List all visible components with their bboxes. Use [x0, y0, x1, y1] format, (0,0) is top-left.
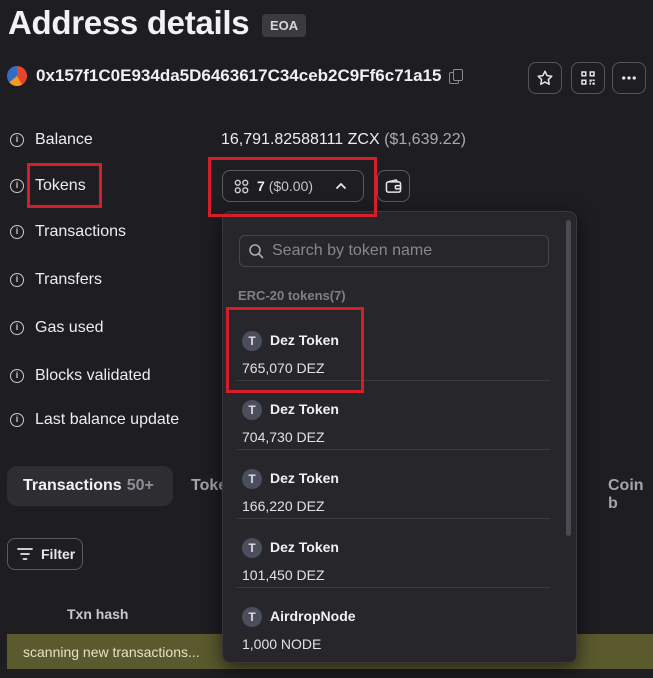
token-name: Dez Token — [270, 470, 339, 486]
info-icon[interactable]: i — [10, 321, 24, 335]
token-name: AirdropNode — [270, 608, 356, 624]
eoa-badge: EOA — [262, 14, 307, 37]
token-list-item[interactable]: T Dez Token 101,450 DEZ — [237, 519, 550, 588]
balance-value: 16,791.82588111 ZCX ($1,639.22) — [221, 131, 466, 149]
info-icon[interactable]: i — [10, 369, 24, 383]
last-balance-update-label: Last balance update — [35, 411, 180, 428]
token-list-item[interactable]: T AirdropNode 1,000 NODE — [237, 588, 550, 657]
txn-hash-header: Txn hash — [67, 606, 129, 622]
token-logo: T — [242, 400, 262, 420]
dropdown-scrollbar[interactable] — [566, 220, 571, 536]
add-token-to-wallet-button[interactable] — [377, 170, 410, 202]
erc20-group-heading: ERC-20 tokens(7) — [238, 288, 346, 303]
highlight-first-token — [226, 307, 364, 393]
token-logo: T — [242, 538, 262, 558]
tab-transactions-label: Transactions — [23, 477, 122, 494]
info-icon[interactable]: i — [10, 179, 24, 193]
token-balance: 166,220 DEZ — [242, 498, 325, 514]
filter-label: Filter — [41, 546, 76, 562]
gas-used-label: Gas used — [35, 319, 104, 336]
qr-code-button[interactable] — [571, 62, 605, 94]
transfers-label: Transfers — [35, 271, 102, 288]
token-search-input[interactable] — [272, 242, 542, 260]
token-dropdown: ERC-20 tokens(7) T Dez Token 765,070 DEZ… — [222, 211, 577, 663]
address-avatar — [7, 66, 27, 86]
token-search-box — [239, 235, 549, 267]
blocks-validated-label: Blocks validated — [35, 367, 151, 384]
tab-transactions[interactable]: Transactions 50+ — [7, 466, 173, 506]
token-balance: 704,730 DEZ — [242, 429, 325, 445]
token-name: Dez Token — [270, 539, 339, 555]
token-balance: 101,450 DEZ — [242, 567, 325, 583]
token-balance: 1,000 NODE — [242, 636, 322, 652]
qr-code-icon — [581, 71, 595, 85]
info-icon[interactable]: i — [10, 273, 24, 287]
copy-icon[interactable] — [449, 68, 464, 84]
filter-button[interactable]: Filter — [7, 538, 83, 570]
address-row: 0x157f1C0E934da5D6463617C34ceb2C9Ff6c71a… — [7, 66, 464, 86]
info-icon[interactable]: i — [10, 133, 24, 147]
page-title: Address details — [8, 4, 250, 41]
tab-transactions-count: 50+ — [126, 477, 154, 494]
balance-label: Balance — [35, 131, 93, 148]
token-name: Dez Token — [270, 401, 339, 417]
token-list-item[interactable]: T Dez Token 166,220 DEZ — [237, 450, 550, 519]
filter-icon — [17, 548, 33, 560]
favorite-button[interactable] — [528, 62, 562, 94]
transactions-label: Transactions — [35, 223, 126, 240]
highlight-tokens-label — [27, 163, 102, 208]
scanning-status-text: scanning new transactions... — [23, 643, 200, 660]
more-options-button[interactable] — [612, 62, 646, 94]
wallet-icon — [385, 178, 402, 193]
balance-usd: ($1,639.22) — [384, 131, 466, 148]
info-icon[interactable]: i — [10, 225, 24, 239]
more-icon — [622, 76, 636, 80]
token-logo: T — [242, 469, 262, 489]
balance-amount: 16,791.82588111 ZCX — [221, 131, 380, 148]
search-icon — [249, 244, 264, 259]
info-icon[interactable]: i — [10, 413, 24, 427]
highlight-tokens-button — [208, 157, 377, 217]
star-icon — [537, 70, 553, 85]
address-hash[interactable]: 0x157f1C0E934da5D6463617C34ceb2C9Ff6c71a… — [36, 66, 441, 86]
tab-coin-balance[interactable]: Coin b — [608, 477, 653, 513]
token-logo: T — [242, 607, 262, 627]
address-details-page: Address details EOA 0x157f1C0E934da5D646… — [0, 0, 653, 678]
